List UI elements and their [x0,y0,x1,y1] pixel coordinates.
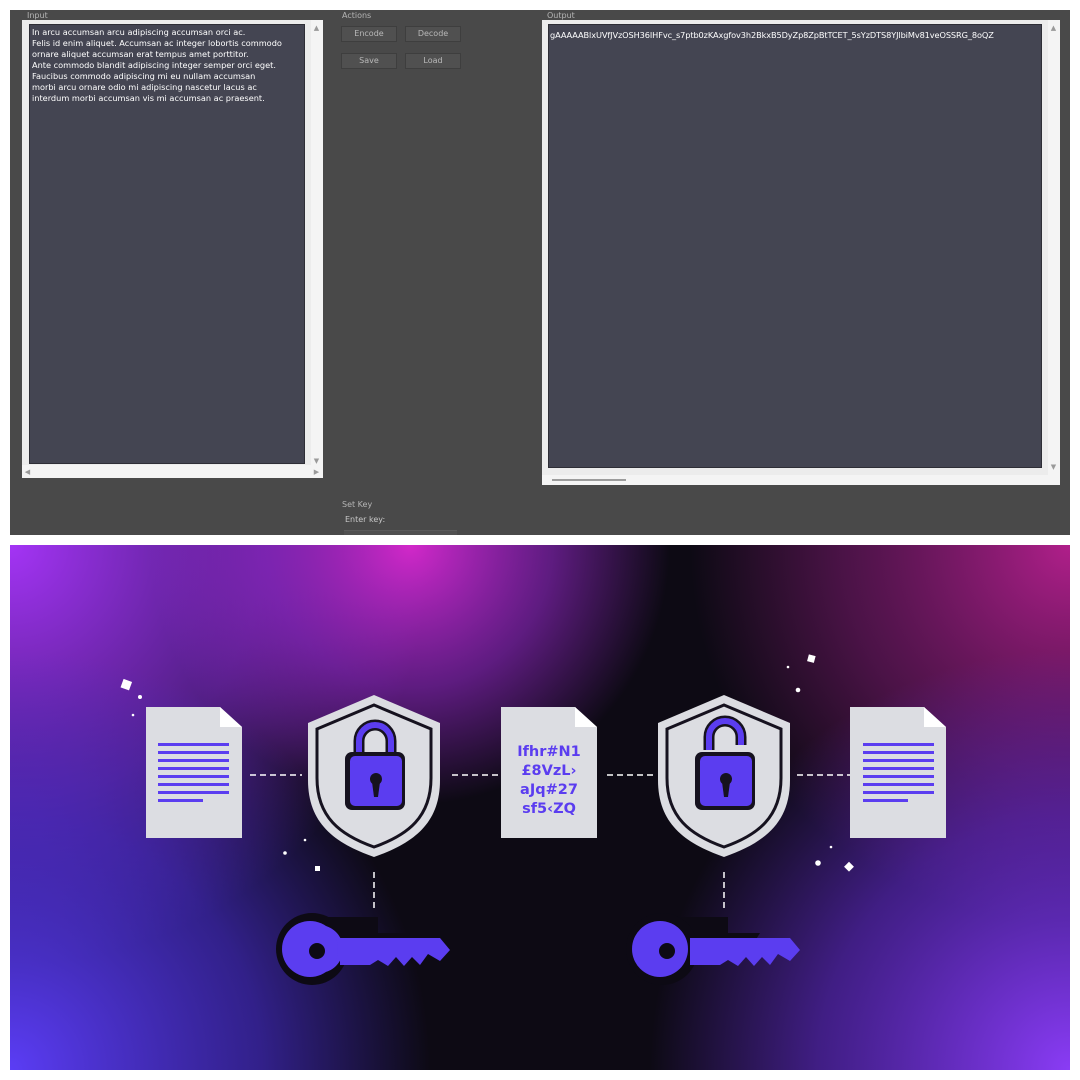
input-vertical-scrollbar[interactable]: ▲ ▼ [311,20,323,469]
scroll-down-arrow-icon[interactable]: ▼ [312,457,321,465]
output-scroll-down-arrow-icon[interactable]: ▼ [1049,463,1058,471]
cipher-text-line-4: sf5‹ZQ [522,801,576,817]
output-scroll-thumb[interactable] [552,479,626,481]
input-label: Input [27,11,48,20]
output-scroll-up-arrow-icon[interactable]: ▲ [1049,24,1058,32]
output-vertical-scrollbar[interactable]: ▲ ▼ [1048,20,1060,475]
save-button[interactable]: Save [341,53,397,69]
input-text: In arcu accumsan arcu adipiscing accumsa… [32,27,282,103]
scroll-up-arrow-icon[interactable]: ▲ [312,24,321,32]
input-textarea[interactable]: In arcu accumsan arcu adipiscing accumsa… [29,24,305,464]
set-key-label: Set Key [342,500,373,509]
illustration-svg: Ifhr#N1 £8VzL› aJq#27 sf5‹ZQ [10,545,1070,1070]
scroll-left-arrow-icon[interactable]: ◀ [23,468,32,476]
load-button[interactable]: Load [405,53,461,69]
app-window: Input Actions Output In arcu accumsan ar… [10,10,1070,535]
cipher-text-line-3: aJq#27 [520,782,578,798]
input-horizontal-scrollbar[interactable]: ◀ ▶ [22,465,323,478]
output-text: gAAAAABlxUVfJVzOSH36IHFvc_s7ptb0zKAxgfov… [550,30,994,40]
cipher-text-line-1: Ifhr#N1 [517,744,581,760]
encode-button[interactable]: Encode [341,26,397,42]
enter-key-label: Enter key: [345,515,386,524]
key-input[interactable] [344,530,457,535]
scroll-right-arrow-icon[interactable]: ▶ [312,468,321,476]
encryption-illustration: Ifhr#N1 £8VzL› aJq#27 sf5‹ZQ [10,545,1070,1070]
plaintext-document-icon [146,707,242,838]
output-label: Output [547,11,575,20]
decode-button[interactable]: Decode [405,26,461,42]
decrypted-document-icon [850,707,946,838]
output-horizontal-scrollbar[interactable] [542,475,1060,485]
output-textarea[interactable]: gAAAAABlxUVfJVzOSH36IHFvc_s7ptb0zKAxgfov… [548,24,1042,468]
cipher-text-line-2: £8VzL› [521,763,576,779]
ciphertext-document-icon: Ifhr#N1 £8VzL› aJq#27 sf5‹ZQ [501,707,597,838]
actions-label: Actions [342,11,372,20]
